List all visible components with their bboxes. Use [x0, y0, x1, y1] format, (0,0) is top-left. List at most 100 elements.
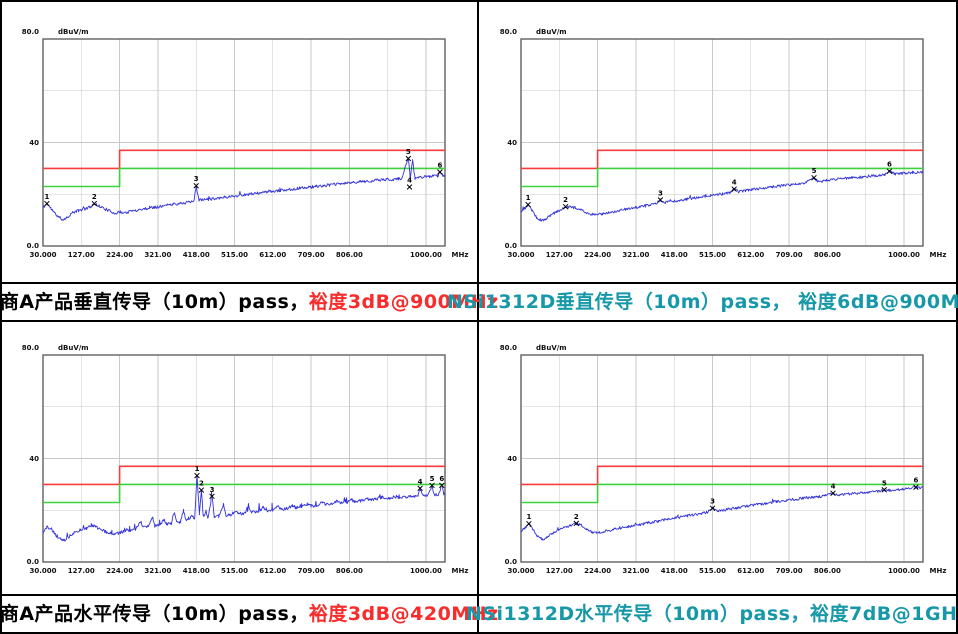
y-axis-unit: dBuV/m [58, 344, 89, 352]
x-tick-label: 806.00 [335, 251, 362, 259]
caption-segment: 友商A产品水平传导（10m）pass， [0, 596, 309, 632]
limit-line-average [43, 484, 445, 502]
marker-number: 2 [573, 513, 578, 521]
panel-nsi1312d-horizontal: 12345680.0400.0dBuV/m30.000127.00224.003… [479, 322, 956, 632]
x-tick-label: 418.00 [660, 251, 687, 259]
y-tick-label: 0.0 [504, 558, 517, 566]
x-tick-label: 612.00 [737, 251, 764, 259]
x-tick-label: 224.00 [584, 251, 611, 259]
marker-number: 1 [44, 193, 49, 201]
x-tick-label: 127.00 [67, 567, 94, 575]
x-tick-label: 709.00 [297, 567, 324, 575]
x-tick-label: 321.00 [144, 251, 171, 259]
x-axis-unit: MHz [451, 251, 468, 259]
marker-number: 6 [886, 161, 891, 169]
limit-line-quasi-peak [43, 466, 445, 484]
y-tick-label: 40 [507, 139, 517, 147]
y-axis-unit: dBuV/m [536, 344, 567, 352]
y-tick-label: 40 [29, 139, 39, 147]
y-axis-unit: dBuV/m [58, 28, 89, 36]
emissions-chart-nsi1312d-vertical: 12345680.0400.0dBuV/m30.000127.00224.003… [481, 9, 955, 275]
panel-competitor-vertical: 12345680.0400.0dBuV/m30.000127.00224.003… [2, 2, 479, 322]
emissions-trace [521, 486, 923, 540]
x-tick-label: 1000.00 [888, 567, 920, 575]
emissions-chart-competitor-horizontal: 12345680.0400.0dBuV/m30.000127.00224.003… [3, 325, 477, 591]
y-tick-label: 80.0 [499, 28, 516, 36]
caption-competitor-vertical: 友商A产品垂直传导（10m）pass，裕度3dB@900MHz [2, 282, 477, 320]
x-tick-label: 709.00 [297, 251, 324, 259]
caption-segment: NSi1312D水平传导（10m）pass，裕度7dB@1GHz [466, 596, 958, 632]
marker-number: 4 [407, 177, 412, 185]
y-tick-label: 0.0 [504, 242, 517, 250]
x-tick-label: 321.00 [622, 251, 649, 259]
caption-segment: 友商A产品垂直传导（10m）pass， [0, 284, 309, 320]
peak-markers: 123456 [44, 148, 442, 206]
x-tick-label: 806.00 [813, 251, 840, 259]
gridlines [43, 39, 445, 246]
y-tick-label: 40 [29, 455, 39, 463]
marker-number: 1 [525, 194, 530, 202]
marker-x-icon [526, 521, 531, 526]
x-tick-label: 515.00 [698, 567, 725, 575]
x-tick-label: 612.00 [737, 567, 764, 575]
marker-number: 1 [526, 513, 531, 521]
axis-labels: 80.0400.0dBuV/m30.000127.00224.00321.004… [21, 344, 468, 575]
x-tick-label: 127.00 [545, 251, 572, 259]
y-tick-label: 80.0 [21, 28, 38, 36]
chart-area-competitor-horizontal: 12345680.0400.0dBuV/m30.000127.00224.003… [2, 322, 477, 594]
emissions-trace [521, 170, 923, 221]
x-tick-label: 321.00 [622, 567, 649, 575]
x-tick-label: 127.00 [67, 251, 94, 259]
marker-x-icon [407, 185, 412, 190]
y-tick-label: 40 [507, 455, 517, 463]
panel-competitor-horizontal: 12345680.0400.0dBuV/m30.000127.00224.003… [2, 322, 479, 632]
marker-number: 5 [405, 148, 410, 156]
marker-number: 3 [657, 189, 662, 197]
marker-x-icon [658, 198, 663, 203]
axis-labels: 80.0400.0dBuV/m30.000127.00224.00321.004… [499, 344, 946, 575]
x-tick-label: 1000.00 [888, 251, 920, 259]
marker-number: 3 [209, 486, 214, 494]
caption-nsi1312d-horizontal: NSi1312D水平传导（10m）pass，裕度7dB@1GHz [479, 594, 956, 632]
emissions-chart-competitor-vertical: 12345680.0400.0dBuV/m30.000127.00224.003… [3, 9, 477, 275]
y-axis-unit: dBuV/m [536, 28, 567, 36]
panel-nsi1312d-vertical: 12345680.0400.0dBuV/m30.000127.00224.003… [479, 2, 956, 322]
x-tick-label: 224.00 [584, 567, 611, 575]
x-tick-label: 1000.00 [410, 567, 442, 575]
caption-competitor-horizontal: 友商A产品水平传导（10m）pass，裕度3dB@420MHz [2, 594, 477, 632]
caption-nsi1312d-vertical: NSi1312D垂直传导（10m）pass， 裕度6dB@900MHz [479, 282, 956, 320]
x-tick-label: 30.000 [29, 251, 56, 259]
gridlines [521, 39, 923, 246]
marker-x-icon [437, 170, 442, 175]
x-axis-unit: MHz [929, 251, 946, 259]
marker-number: 2 [563, 196, 568, 204]
marker-number: 1 [194, 465, 199, 473]
x-tick-label: 30.000 [29, 567, 56, 575]
x-tick-label: 224.00 [106, 567, 133, 575]
x-tick-label: 709.00 [775, 567, 802, 575]
y-tick-label: 0.0 [26, 242, 39, 250]
gridlines [43, 355, 445, 562]
x-tick-label: 127.00 [545, 567, 572, 575]
x-tick-label: 30.000 [507, 251, 534, 259]
marker-x-icon [44, 201, 49, 206]
chart-area-nsi1312d-vertical: 12345680.0400.0dBuV/m30.000127.00224.003… [479, 2, 956, 282]
marker-number: 3 [710, 498, 715, 506]
y-tick-label: 0.0 [26, 558, 39, 566]
x-tick-label: 418.00 [182, 567, 209, 575]
emissions-chart-nsi1312d-horizontal: 12345680.0400.0dBuV/m30.000127.00224.003… [481, 325, 955, 591]
emissions-trace [43, 476, 445, 542]
marker-number: 5 [429, 475, 434, 483]
x-tick-label: 709.00 [775, 251, 802, 259]
x-tick-label: 612.00 [259, 567, 286, 575]
marker-x-icon [525, 202, 530, 207]
x-tick-label: 224.00 [106, 251, 133, 259]
marker-number: 3 [193, 175, 198, 183]
x-tick-label: 30.000 [507, 567, 534, 575]
marker-number: 4 [830, 483, 835, 491]
x-tick-label: 418.00 [182, 251, 209, 259]
x-tick-label: 806.00 [335, 567, 362, 575]
axis-labels: 80.0 40 0.0 dBuV/m 30.000 127.00 224.00 321.00 4… [499, 28, 946, 259]
marker-number: 6 [439, 475, 444, 483]
x-tick-label: 515.00 [698, 251, 725, 259]
